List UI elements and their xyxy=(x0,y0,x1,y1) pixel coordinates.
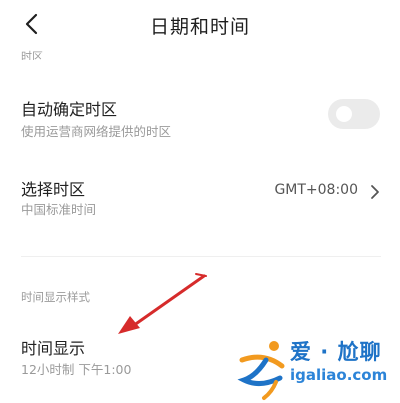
time-display-title: 时间显示 xyxy=(21,339,86,358)
annotation-arrow-icon xyxy=(118,273,207,334)
watermark-logo-icon xyxy=(237,341,285,400)
time-display-subtitle: 12小时制 下午1:00 xyxy=(21,362,132,377)
watermark-url: igaliao.com xyxy=(290,366,388,384)
chevron-right-icon xyxy=(371,185,379,199)
page-title: 日期和时间 xyxy=(149,16,250,38)
section-label-time-display: 时间显示样式 xyxy=(21,290,90,304)
select-timezone-subtitle: 中国标准时间 xyxy=(21,202,97,217)
select-timezone-title: 选择时区 xyxy=(21,180,86,199)
auto-timezone-toggle[interactable] xyxy=(328,99,380,129)
timezone-value: GMT+08:00 xyxy=(274,182,358,198)
section-divider xyxy=(21,256,381,257)
header-bar: 日期和时间 xyxy=(0,0,400,50)
watermark-text: 爱 · 尬聊 xyxy=(290,340,382,364)
section-label-timezone: 时区 xyxy=(21,50,43,60)
toggle-knob xyxy=(336,106,352,122)
auto-timezone-title: 自动确定时区 xyxy=(21,100,118,119)
auto-timezone-subtitle: 使用运营商网络提供的时区 xyxy=(21,124,172,139)
